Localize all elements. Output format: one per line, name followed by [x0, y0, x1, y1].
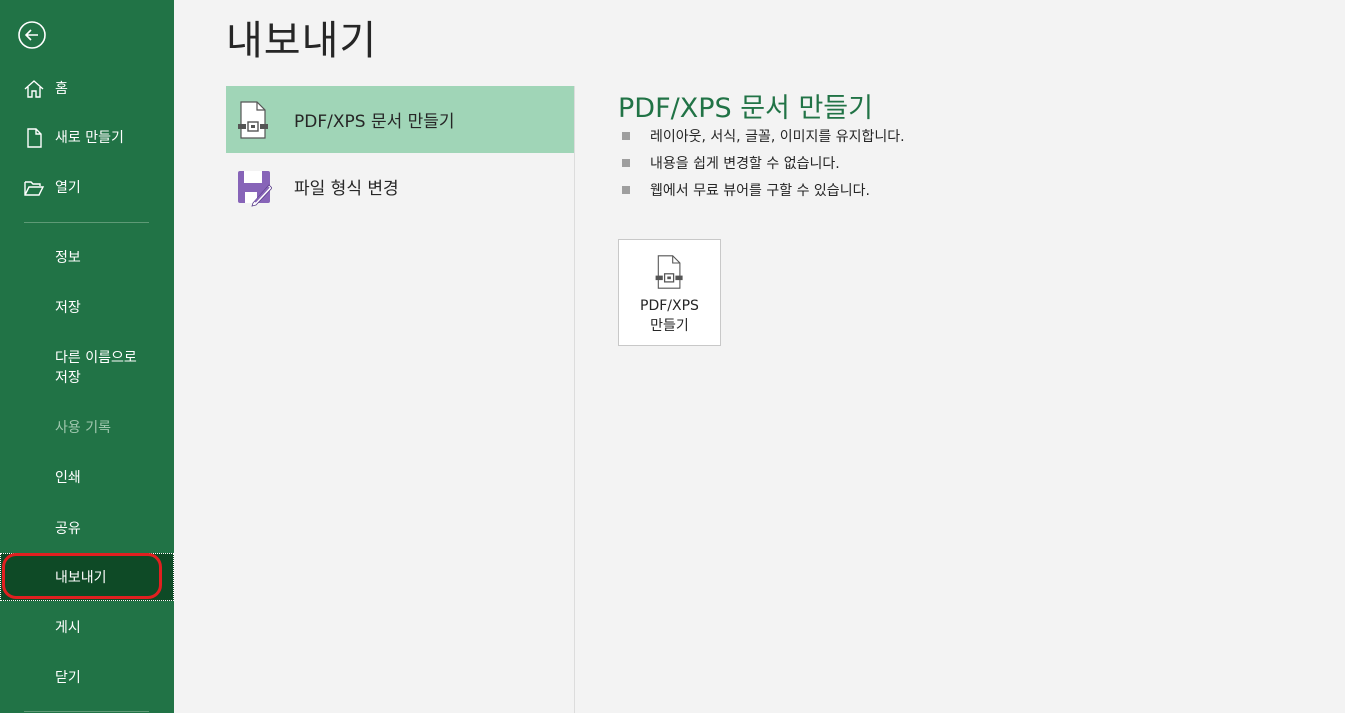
- nav-item-label: 열기: [55, 180, 81, 196]
- option-change-file-type[interactable]: 파일 형식 변경: [226, 153, 574, 220]
- create-pdf-xps-button[interactable]: PDF/XPS 만들기: [618, 239, 721, 346]
- nav-item-label: 인쇄: [55, 470, 81, 486]
- export-options-list: PDF/XPS 문서 만들기 파일 형식 변경: [226, 86, 574, 220]
- bullet-square-icon: [622, 132, 630, 140]
- nav-item-label: 닫기: [55, 670, 81, 686]
- bullet-text: 레이아웃, 서식, 글꼴, 이미지를 유지합니다.: [650, 129, 905, 145]
- nav-item-info[interactable]: 정보: [0, 236, 174, 278]
- nav-item-label: 게시: [55, 620, 81, 636]
- list-item: 웹에서 무료 뷰어를 구할 수 있습니다.: [622, 181, 905, 208]
- bullet-square-icon: [622, 186, 630, 194]
- nav-item-save-as[interactable]: 다른 이름으로 저장: [0, 343, 174, 393]
- backstage-sidebar: 홈 새로 만들기 열기 정보 저장 다른 이름으로 저장 사용 기록 인쇄 공유…: [0, 0, 174, 713]
- option-label: 파일 형식 변경: [294, 179, 399, 199]
- list-item: 레이아웃, 서식, 글꼴, 이미지를 유지합니다.: [622, 127, 905, 154]
- pdf-document-icon: [238, 101, 268, 139]
- save-as-format-icon: [238, 171, 272, 207]
- pdf-document-icon: [655, 255, 683, 289]
- nav-item-label: 공유: [55, 521, 81, 537]
- home-icon: [24, 80, 44, 98]
- sidebar-divider: [24, 222, 149, 223]
- folder-open-icon: [24, 181, 45, 196]
- sidebar-divider: [24, 711, 149, 712]
- detail-bullets: 레이아웃, 서식, 글꼴, 이미지를 유지합니다. 내용을 쉽게 변경할 수 없…: [622, 127, 905, 208]
- nav-item-label: 정보: [55, 250, 81, 266]
- bullet-text: 내용을 쉽게 변경할 수 없습니다.: [650, 156, 840, 172]
- nav-item-home[interactable]: 홈: [0, 67, 174, 109]
- nav-item-label: 다른 이름으로 저장: [55, 350, 137, 386]
- document-icon: [27, 128, 42, 148]
- nav-item-label: 홈: [55, 81, 68, 97]
- nav-item-share[interactable]: 공유: [0, 507, 174, 549]
- nav-item-new[interactable]: 새로 만들기: [0, 116, 174, 158]
- list-item: 내용을 쉽게 변경할 수 없습니다.: [622, 154, 905, 181]
- create-pdf-xps-button-label: PDF/XPS 만들기: [640, 298, 699, 334]
- nav-item-open[interactable]: 열기: [0, 166, 174, 208]
- nav-item-label: 사용 기록: [55, 420, 111, 436]
- bullet-square-icon: [622, 159, 630, 167]
- pane-separator: [574, 86, 575, 713]
- nav-item-print[interactable]: 인쇄: [0, 456, 174, 498]
- nav-item-label: 새로 만들기: [55, 130, 124, 146]
- back-button[interactable]: [17, 20, 47, 50]
- back-arrow-icon: [18, 21, 46, 49]
- nav-item-publish[interactable]: 게시: [0, 606, 174, 648]
- nav-item-history: 사용 기록: [0, 406, 174, 448]
- option-label: PDF/XPS 문서 만들기: [294, 112, 455, 132]
- detail-title: PDF/XPS 문서 만들기: [618, 93, 873, 124]
- nav-item-close[interactable]: 닫기: [0, 656, 174, 698]
- nav-item-export[interactable]: 내보내기: [0, 553, 174, 601]
- option-create-pdf-xps[interactable]: PDF/XPS 문서 만들기: [226, 86, 574, 153]
- nav-item-label: 내보내기: [55, 570, 107, 586]
- nav-item-save[interactable]: 저장: [0, 286, 174, 328]
- nav-item-label: 저장: [55, 300, 81, 316]
- page-title: 내보내기: [226, 18, 378, 64]
- bullet-text: 웹에서 무료 뷰어를 구할 수 있습니다.: [650, 183, 870, 199]
